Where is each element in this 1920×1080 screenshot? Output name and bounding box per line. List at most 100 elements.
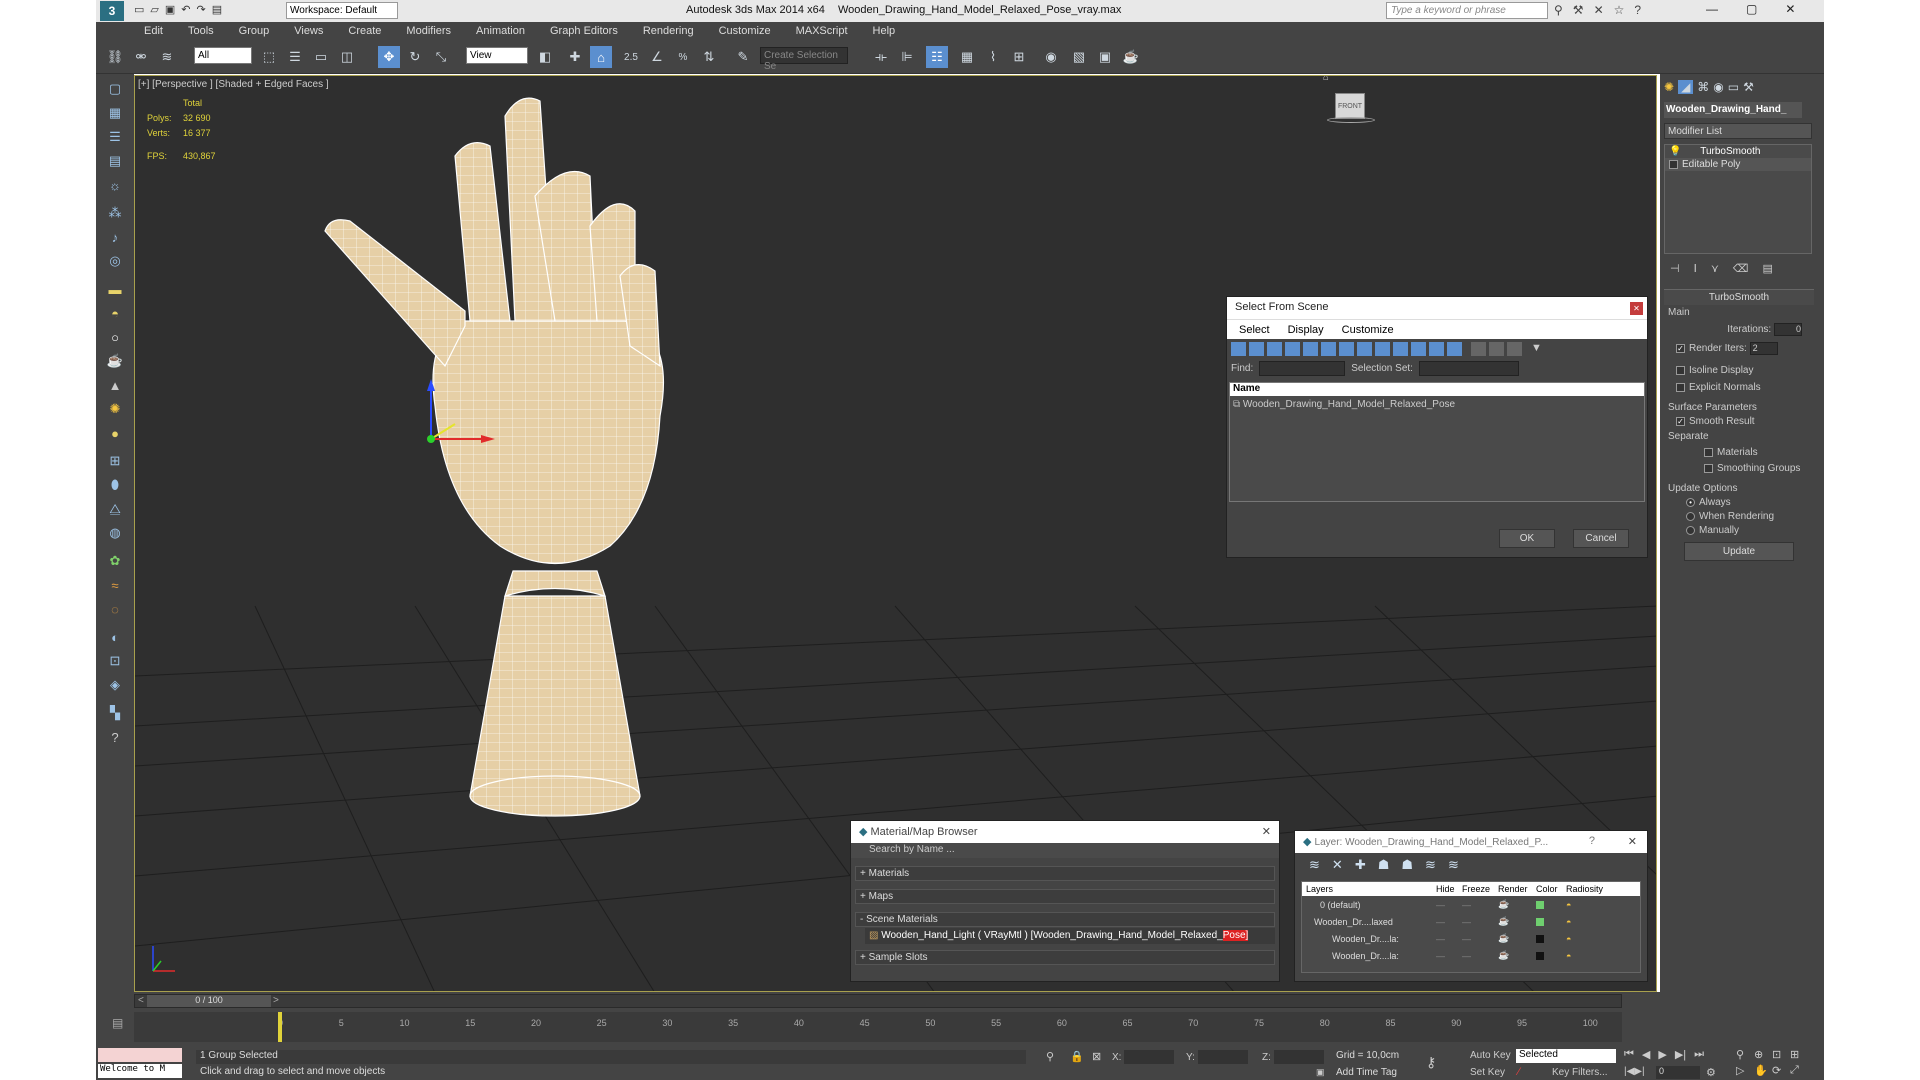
edit-named-sel-icon[interactable]: ✎ [732,46,754,68]
utilities-tab-icon[interactable]: ⚒ [1743,80,1754,94]
add-time-tag-icon[interactable]: ▣ [1316,1067,1325,1078]
maximize-viewport-icon[interactable]: ⤢ [1790,1064,1808,1077]
stack-item-editable-poly[interactable]: Editable Poly [1665,158,1811,171]
zoom-extents-icon[interactable]: ⊡ [1772,1048,1790,1061]
col-layers[interactable]: Layers [1302,884,1436,894]
menu-modifiers[interactable]: Modifiers [406,25,451,37]
hide-all-layers-icon[interactable]: ≋ [1425,857,1436,873]
explicit-normals-checkbox[interactable] [1676,382,1685,392]
go-to-end-icon[interactable]: ⏭ [1694,1048,1704,1061]
create-tab-icon[interactable]: ✺ [1664,80,1674,94]
help-icon[interactable]: ? [1634,3,1641,17]
grid-icon[interactable]: ⊞ [104,450,126,472]
isolate-icon[interactable]: ⚲ [1046,1050,1054,1063]
material-group-scene[interactable]: - Scene Materials [855,912,1275,927]
time-prev-icon[interactable]: < [138,995,144,1006]
select-by-name-icon[interactable]: ☰ [284,46,306,68]
open-file-icon[interactable]: ▱ [150,3,158,16]
hide-toggle[interactable]: — [1436,934,1462,944]
layer-row[interactable]: Wooden_Dr....laxed — — ☕ ◓ [1302,913,1640,930]
motion-tab-icon[interactable]: ◉ [1713,80,1723,94]
close-icon[interactable]: ✕ [1785,2,1795,16]
maxscript-listener[interactable] [98,1048,182,1062]
hair-icon[interactable]: ≈ [104,574,126,596]
minimize-icon[interactable]: — [1706,2,1718,16]
spinner-snap-icon[interactable]: ⇅ [698,46,720,68]
filter-groups-icon[interactable] [1339,342,1354,356]
window-crossing-icon[interactable]: ◫ [336,46,358,68]
delete-layer-icon[interactable]: ✕ [1332,857,1343,873]
smoothing-groups-checkbox[interactable] [1704,463,1713,473]
set-key-icon[interactable]: ∕ [1518,1066,1520,1078]
fur-icon[interactable]: ◌ [104,598,126,620]
highlight-layer-icon[interactable]: ☗ [1401,857,1413,873]
menu-group[interactable]: Group [239,25,270,37]
configure-sets-icon[interactable]: ▤ [1762,262,1772,275]
always-radio[interactable]: • [1686,497,1695,507]
hide-toggle[interactable]: — [1436,951,1462,961]
zoom-all-icon[interactable]: ⊕ [1754,1048,1772,1061]
zoom-icon[interactable]: ⚲ [1736,1048,1754,1061]
list-icon[interactable]: ▤ [104,150,126,172]
keyboard-shortcut-icon[interactable]: ⌂ [590,46,612,68]
viewport-layout-icon[interactable]: ▦ [104,102,126,124]
select-object-icon[interactable]: ⬚ [258,46,280,68]
display-invert-icon[interactable] [1507,342,1522,356]
filter-bones-icon[interactable] [1375,342,1390,356]
smooth-result-checkbox[interactable]: ✓ [1676,416,1685,426]
time-slider[interactable]: < 0 / 100 > [134,994,1622,1008]
render-iters-checkbox[interactable]: ✓ [1676,343,1685,353]
update-button[interactable]: Update [1684,542,1794,561]
select-dialog-close-icon[interactable]: ✕ [1630,302,1643,315]
scale-icon[interactable]: ⤡ [430,46,452,68]
col-color[interactable]: Color [1536,884,1566,894]
select-ok-button[interactable]: OK [1499,529,1555,548]
add-to-layer-icon[interactable]: ✚ [1355,857,1366,873]
bind-space-warp-icon[interactable]: ≋ [156,46,178,68]
select-list-item[interactable]: ⧉ Wooden_Drawing_Hand_Model_Relaxed_Pose [1230,396,1644,413]
pan-icon[interactable]: ✋ [1754,1064,1772,1077]
add-time-tag[interactable]: Add Time Tag [1336,1067,1397,1078]
z-coord-field[interactable] [1274,1050,1324,1064]
when-rendering-radio[interactable] [1686,511,1695,521]
freeze-toggle[interactable]: — [1462,934,1498,944]
star-icon[interactable]: ☆ [1614,3,1625,17]
plant-icon[interactable]: ✿ [104,550,126,572]
layer-color-swatch[interactable] [1536,900,1544,909]
redo-icon[interactable]: ↷ [197,3,206,16]
material-group-materials[interactable]: + Materials [855,866,1275,881]
time-config-icon[interactable]: ⚙ [1706,1066,1716,1079]
col-hide[interactable]: Hide [1436,884,1462,894]
key-mode-icon[interactable]: ⚷ [1426,1054,1436,1071]
menu-edit[interactable]: Edit [144,25,163,37]
graphite-toggle-icon[interactable]: ▦ [956,46,978,68]
vray-icon[interactable]: ◈ [104,674,126,696]
prev-frame-icon[interactable]: ◀ [1642,1048,1650,1061]
auto-key-button[interactable]: Auto Key [1470,1050,1511,1061]
align-icon[interactable]: ⊫ [896,46,918,68]
menu-customize[interactable]: Customize [719,25,771,37]
time-slider-thumb[interactable]: 0 / 100 [147,995,271,1007]
col-radiosity[interactable]: Radiosity [1566,884,1606,894]
binoculars-icon[interactable]: ⚲ [1554,3,1563,17]
expand-icon[interactable] [1669,159,1678,169]
make-unique-icon[interactable]: ⋎ [1711,262,1719,275]
radiosity-icon[interactable]: ◓ [1566,900,1596,910]
material-browser-close-icon[interactable]: ✕ [1262,825,1271,838]
materials-checkbox[interactable] [1704,447,1713,457]
col-freeze[interactable]: Freeze [1462,884,1498,894]
menu-maxscript[interactable]: MAXScript [796,25,848,37]
teapot-icon[interactable]: ☕ [104,350,126,372]
pivot-center-icon[interactable]: ◧ [534,46,556,68]
new-file-icon[interactable]: ▭ [134,3,144,16]
render-sphere-icon[interactable]: ◐ [104,626,126,648]
sun-icon[interactable]: ✺ [104,398,126,420]
material-group-maps[interactable]: + Maps [855,889,1275,904]
workspace-combo[interactable]: Workspace: Default [286,2,398,19]
col-render[interactable]: Render [1498,884,1536,894]
hide-toggle[interactable]: — [1436,917,1462,927]
disc-icon[interactable]: ● [104,422,126,444]
current-frame-field[interactable]: 0 [1656,1066,1700,1079]
menu-animation[interactable]: Animation [476,25,525,37]
render-production-icon[interactable]: ☕ [1120,46,1142,68]
